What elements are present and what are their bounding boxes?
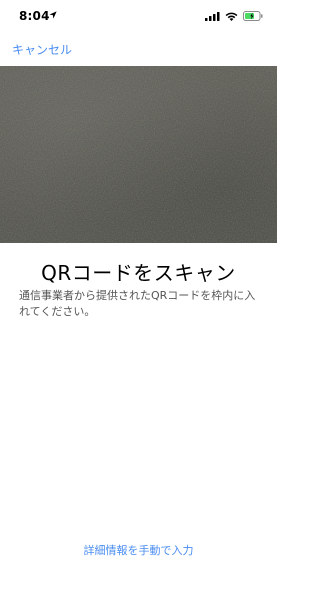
cancel-button[interactable]: キャンセル — [12, 41, 72, 58]
instruction-text: 通信事業者から提供されたQRコードを枠内に入れてください。 — [19, 289, 256, 318]
camera-preview — [0, 66, 277, 243]
manual-entry-link[interactable]: 詳細情報を手動で入力 — [0, 542, 277, 558]
camera-noise-texture — [0, 66, 277, 243]
battery-icon — [243, 11, 263, 21]
location-arrow-icon — [49, 11, 57, 19]
status-bar: 8:04 — [0, 0, 277, 30]
page-title: QRコードをスキャン — [41, 261, 236, 285]
status-time: 8:04 — [19, 9, 50, 23]
wifi-icon — [225, 12, 238, 21]
status-icons — [205, 11, 263, 21]
cellular-signal-icon — [205, 11, 220, 21]
qr-scan-screen: 8:04 キャンセル QRコードをスキャン 通信事業者から提供されたQRコードを… — [0, 0, 277, 600]
